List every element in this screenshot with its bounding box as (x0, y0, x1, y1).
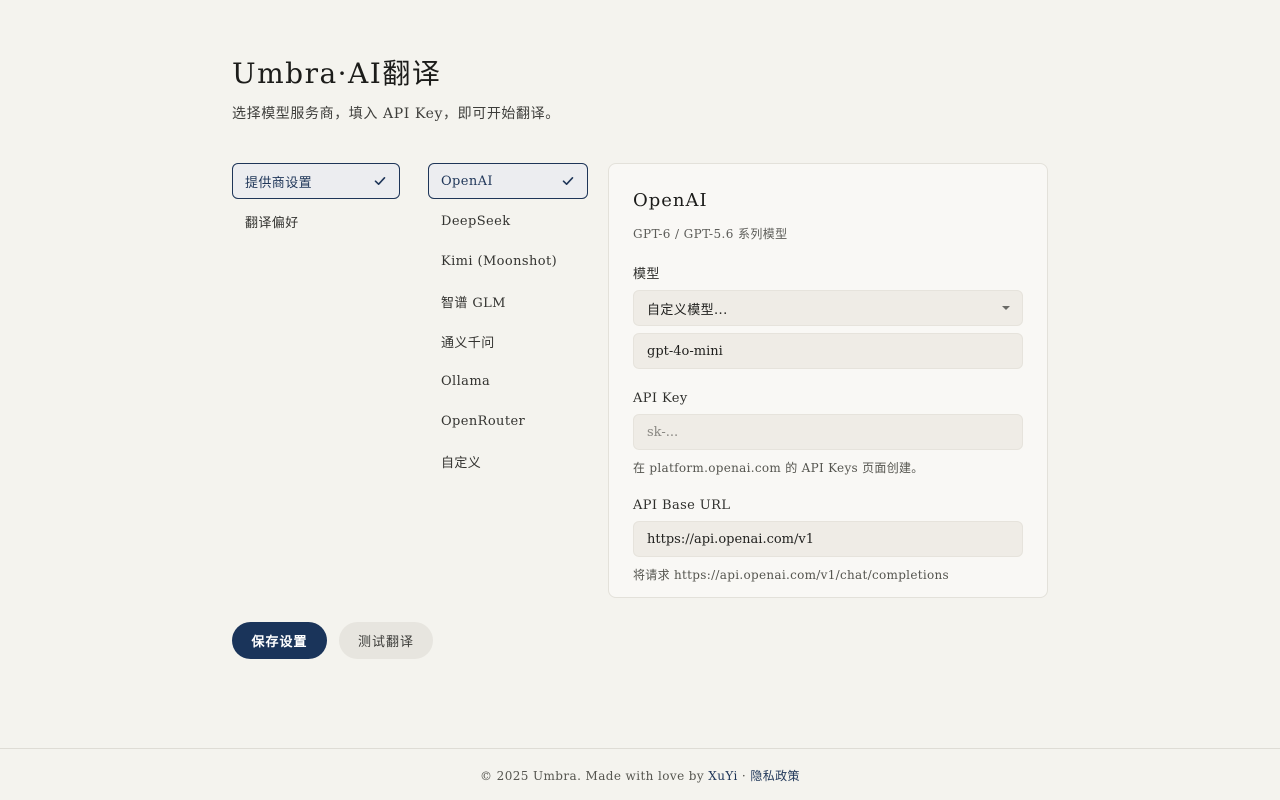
api-key-input[interactable] (633, 414, 1023, 450)
settings-nav-label: 翻译偏好 (245, 215, 299, 231)
provider-label: 通义千问 (441, 335, 495, 351)
provider-item-custom[interactable]: 自定义 (428, 443, 588, 479)
provider-item-glm[interactable]: 智谱 GLM (428, 283, 588, 319)
model-select[interactable]: 自定义模型... (633, 290, 1023, 326)
base-url-label: API Base URL (633, 498, 731, 513)
api-key-label: API Key (633, 391, 688, 406)
caret-down-icon (1002, 306, 1010, 310)
provider-item-kimi[interactable]: Kimi (Moonshot) (428, 243, 588, 279)
settings-nav-item-provider[interactable]: 提供商设置 (232, 163, 400, 199)
provider-config-panel: OpenAI GPT-6 / GPT-5.6 系列模型 模型 自定义模型... … (608, 163, 1048, 598)
api-key-hint: 在 platform.openai.com 的 API Keys 页面创建。 (633, 461, 924, 475)
panel-title: OpenAI (633, 190, 708, 211)
model-select-value: 自定义模型... (647, 302, 728, 318)
provider-list: OpenAI DeepSeek Kimi (Moonshot) 智谱 GLM 通… (428, 163, 588, 483)
provider-label: OpenRouter (441, 413, 526, 429)
settings-nav: 提供商设置 翻译偏好 (232, 163, 400, 243)
provider-item-qwen[interactable]: 通义千问 (428, 323, 588, 359)
provider-label: DeepSeek (441, 213, 511, 229)
provider-item-openrouter[interactable]: OpenRouter (428, 403, 588, 439)
provider-label: 自定义 (441, 455, 482, 471)
model-label: 模型 (633, 267, 660, 282)
provider-label: Ollama (441, 373, 491, 389)
settings-nav-label: 提供商设置 (245, 175, 313, 191)
base-url-hint: 将请求 https://api.openai.com/v1/chat/compl… (633, 568, 949, 582)
save-settings-button[interactable]: 保存设置 (232, 622, 327, 659)
provider-label: 智谱 GLM (441, 295, 506, 311)
footer-copyright: © 2025 Umbra. Made with love by (480, 769, 709, 783)
settings-page: Umbra·AI翻译 选择模型服务商，填入 API Key，即可开始翻译。 提供… (0, 0, 1280, 800)
custom-model-input[interactable] (633, 333, 1023, 369)
check-icon (561, 174, 575, 188)
footer: © 2025 Umbra. Made with love by XuYi · 隐… (0, 767, 1280, 784)
settings-nav-item-preferences[interactable]: 翻译偏好 (232, 203, 400, 239)
provider-label: OpenAI (441, 173, 493, 189)
check-icon (373, 174, 387, 188)
page-subtitle: 选择模型服务商，填入 API Key，即可开始翻译。 (232, 106, 560, 122)
panel-description: GPT-6 / GPT-5.6 系列模型 (633, 227, 788, 241)
page-title: Umbra·AI翻译 (232, 57, 442, 90)
provider-item-deepseek[interactable]: DeepSeek (428, 203, 588, 239)
base-url-input[interactable] (633, 521, 1023, 557)
provider-item-openai[interactable]: OpenAI (428, 163, 588, 199)
test-translation-button[interactable]: 测试翻译 (339, 622, 433, 659)
footer-separator: · (737, 769, 751, 783)
privacy-policy-link[interactable]: 隐私政策 (750, 769, 800, 783)
footer-divider (0, 748, 1280, 749)
provider-item-ollama[interactable]: Ollama (428, 363, 588, 399)
author-link[interactable]: XuYi (708, 769, 737, 783)
provider-label: Kimi (Moonshot) (441, 253, 558, 269)
